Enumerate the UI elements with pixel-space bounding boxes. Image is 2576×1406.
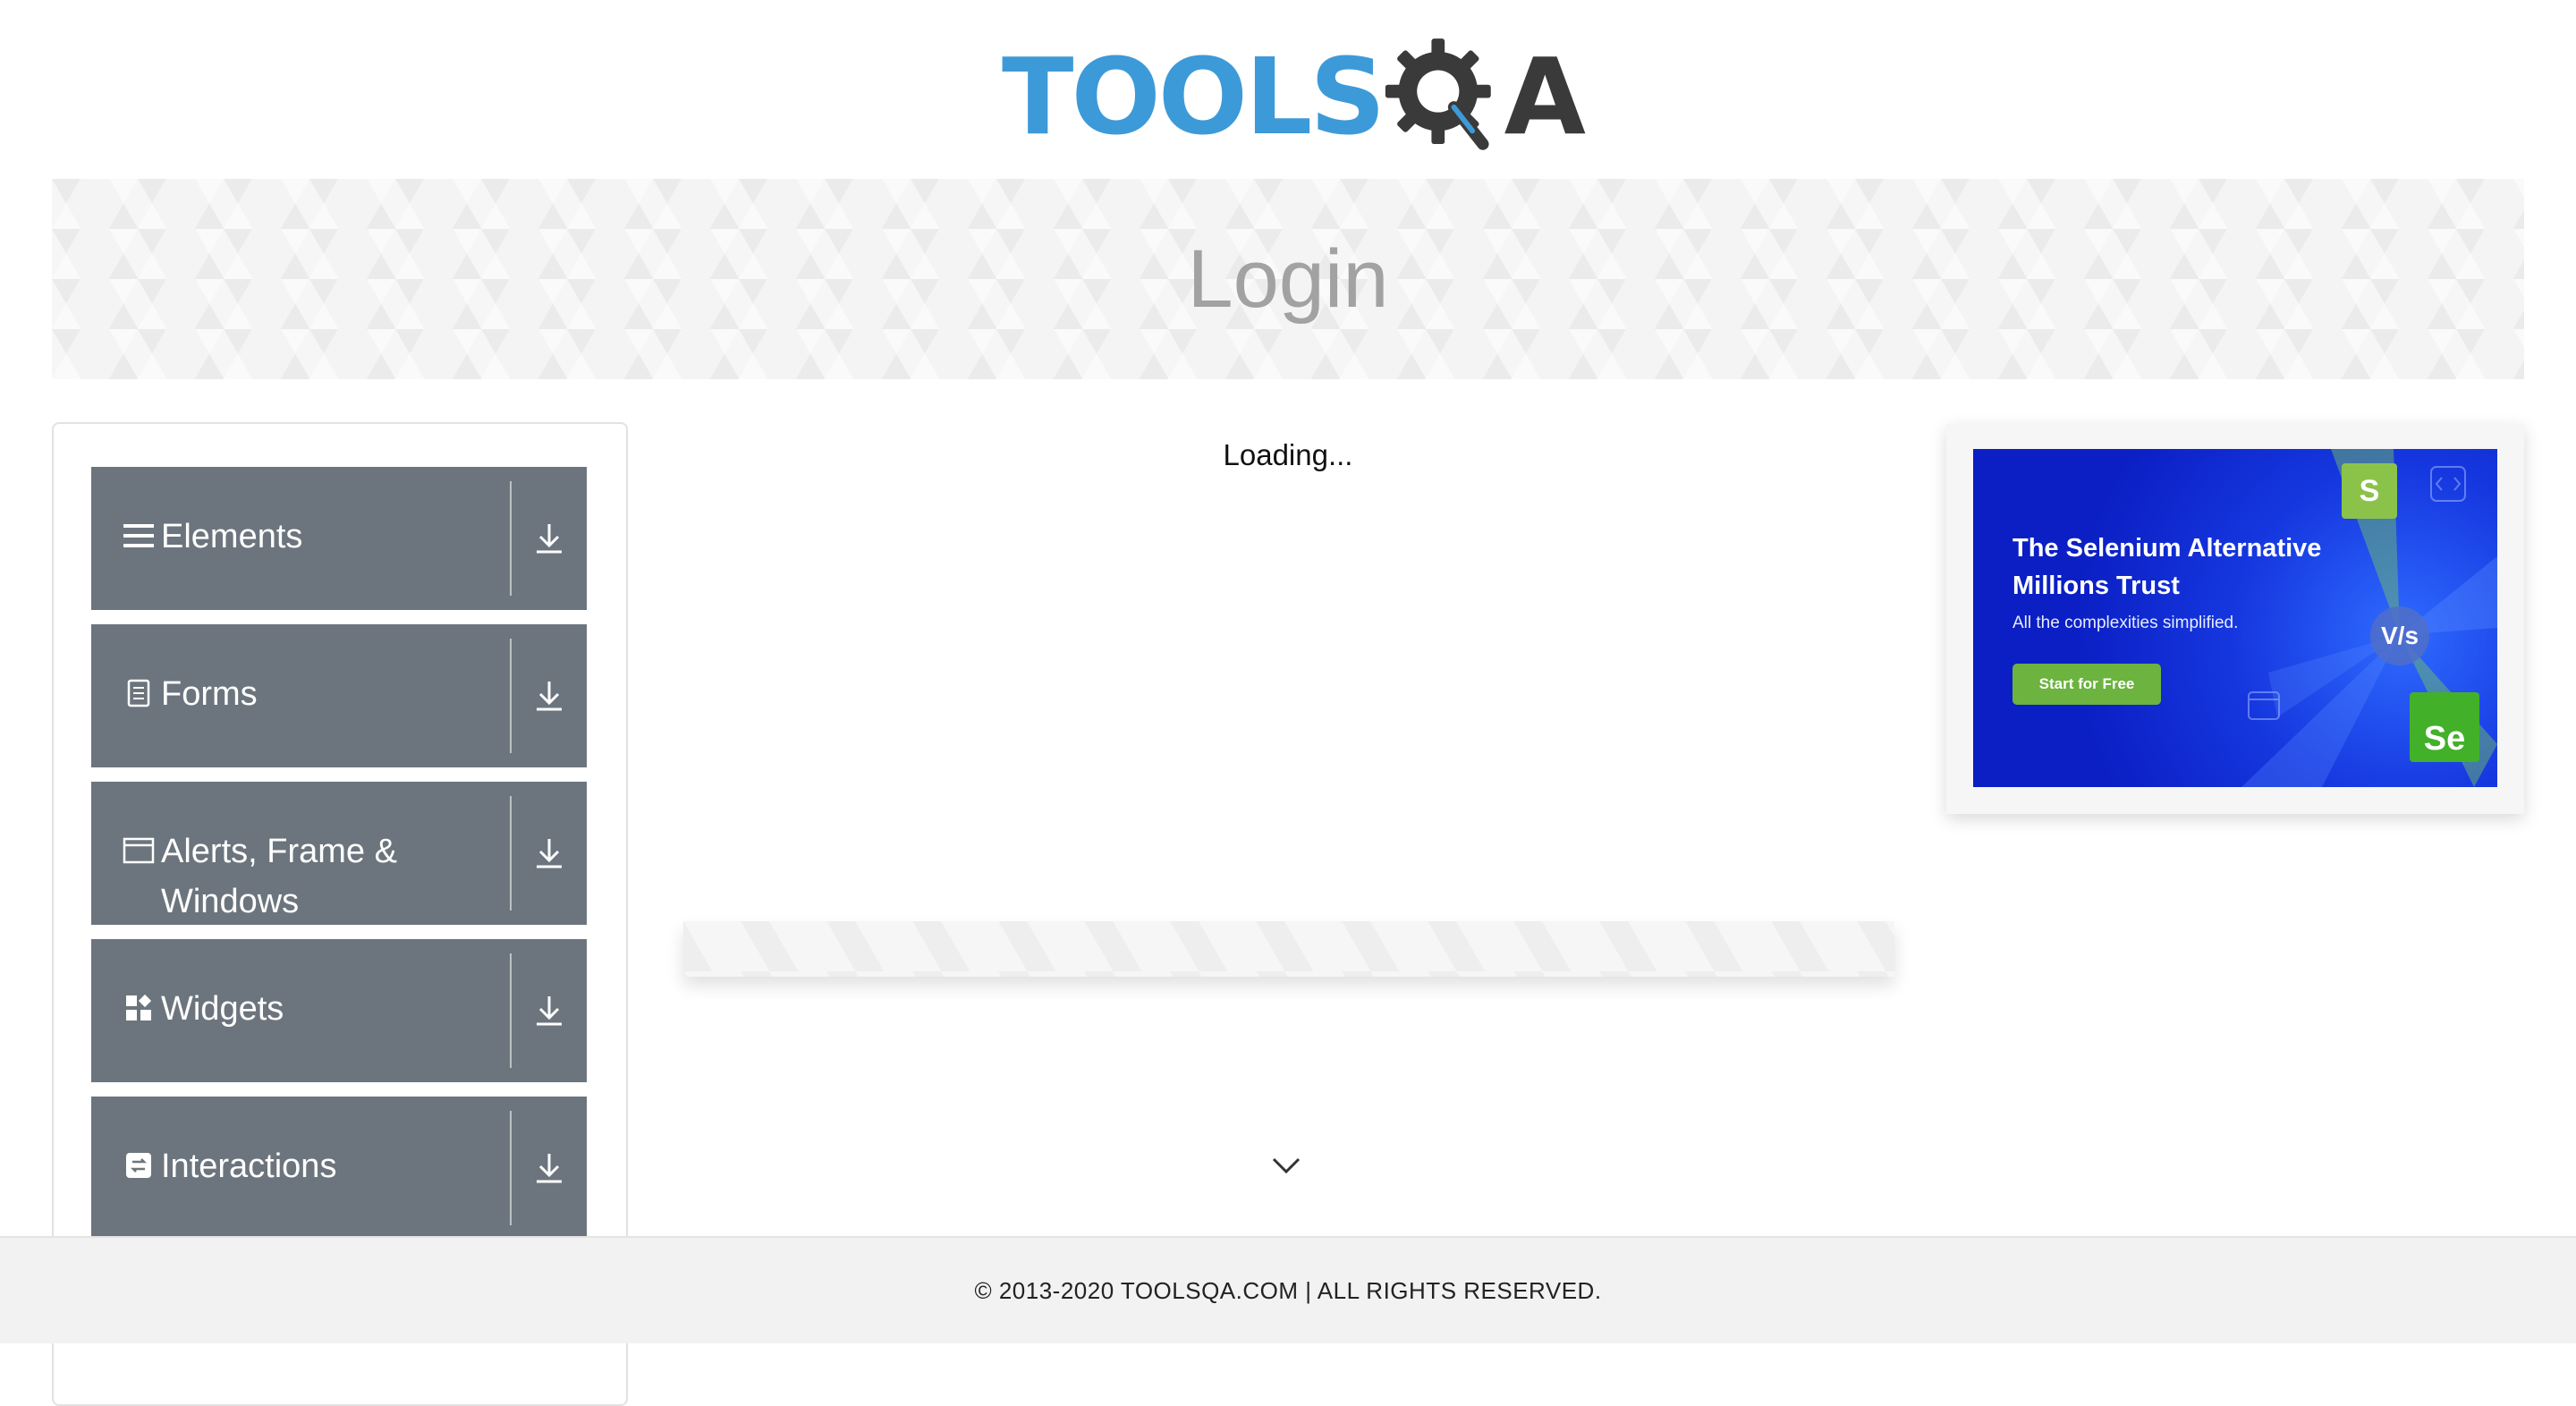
menu-group-forms[interactable]: Forms (91, 624, 587, 767)
selenium-logo-badge: Se (2410, 692, 2479, 762)
versus-badge: V/s (2370, 606, 2429, 665)
ad-headline: The Selenium Alternative Millions Trust (2012, 534, 2322, 600)
menu-group-alerts-frame-windows[interactable]: Alerts, Frame & Windows (91, 782, 587, 925)
s-logo-badge: S (2342, 463, 2397, 519)
page-title: Login (1187, 233, 1389, 325)
logo-text-a: A (1504, 35, 1586, 158)
swap-icon (122, 1148, 156, 1182)
menu-group-label: Elements (161, 518, 303, 555)
menu-group-label: Widgets (161, 990, 284, 1028)
window-icon (122, 834, 156, 868)
ad-subtext: All the complexities simplified. (2012, 614, 2239, 632)
browser-icon (2248, 691, 2280, 720)
menu-group-interactions[interactable]: Interactions (91, 1097, 587, 1236)
hamburger-icon (122, 519, 156, 553)
download-arrow-icon[interactable] (512, 782, 587, 925)
page-banner: Login (52, 179, 2524, 379)
document-icon (122, 676, 156, 710)
widgets-icon (122, 991, 156, 1025)
site-footer: © 2013-2020 TOOLSQA.COM | ALL RIGHTS RES… (0, 1236, 2576, 1343)
menu-group-label: Forms (161, 675, 258, 713)
code-icon (2430, 466, 2466, 502)
gear-magnifier-icon (1385, 38, 1492, 150)
chevron-down-icon[interactable] (1268, 1152, 1304, 1179)
menu-group-label: Interactions (161, 1148, 337, 1185)
download-arrow-icon[interactable] (512, 467, 587, 610)
download-arrow-icon[interactable] (512, 939, 587, 1082)
menu-group-elements[interactable]: Elements (91, 467, 587, 610)
logo-text-tools: TOOLS (1002, 35, 1385, 158)
ad-banner[interactable]: The Selenium Alternative Millions Trust … (1973, 449, 2497, 787)
start-for-free-button[interactable]: Start for Free (2012, 664, 2161, 705)
loading-indicator: Loading... (1223, 438, 1353, 471)
menu-group-widgets[interactable]: Widgets (91, 939, 587, 1082)
ad-placeholder-strip (683, 921, 1894, 977)
menu-group-label: Alerts, Frame & Windows (161, 833, 397, 920)
site-logo[interactable]: TOOLS A (1002, 25, 1586, 168)
copyright-text: © 2013-2020 TOOLSQA.COM | ALL RIGHTS RES… (974, 1276, 1602, 1304)
download-arrow-icon[interactable] (512, 624, 587, 767)
download-arrow-icon[interactable] (512, 1097, 587, 1236)
